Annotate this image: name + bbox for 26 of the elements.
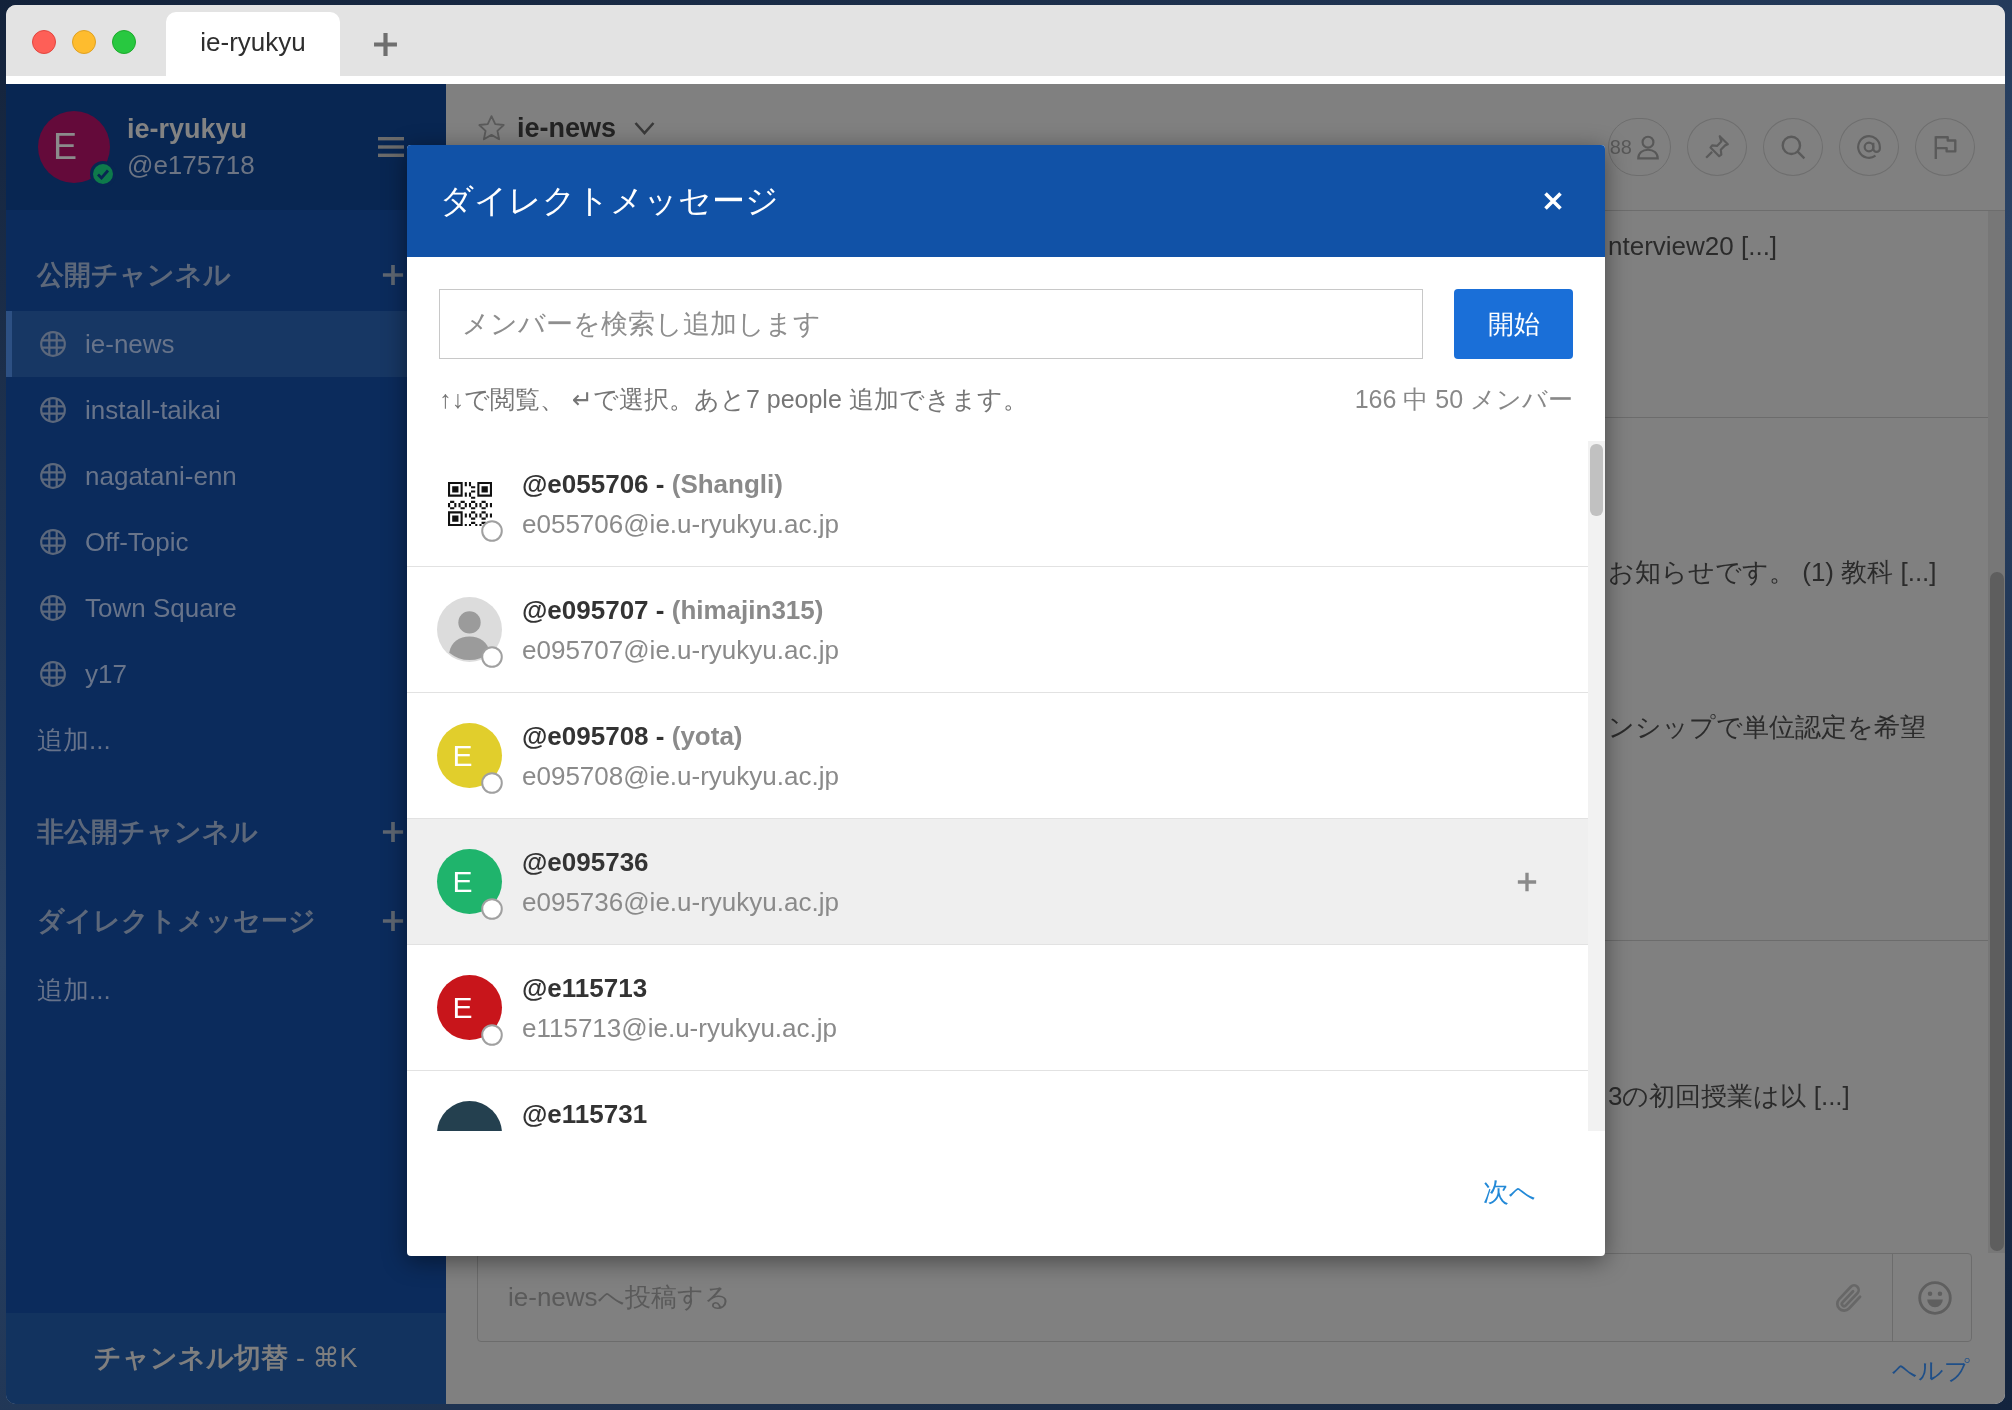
post-text: nterview20 [...] [1608,230,1778,262]
member-email: e055706@ie.u-ryukyu.ac.jp [522,507,839,541]
dialog-title: ダイレクトメッセージ [440,180,779,221]
member-name: @e115713 [522,971,649,1005]
member-email: e115713@ie.u-ryukyu.ac.jp [522,1011,837,1045]
hint-text: ↑↓で閲覧、 ↵で選択。あと7 people 追加できます。 [439,383,1028,415]
member-email: e095707@ie.u-ryukyu.ac.jp [522,633,839,667]
member-name: @e115731 [522,1097,648,1131]
member-email: e095708@ie.u-ryukyu.ac.jp [522,759,839,793]
user-handle: @e175718 [127,149,255,182]
section-title: ダイレクトメッセージ [37,905,316,938]
section-title: 非公開チャンネル [37,816,258,849]
team-name: ie-ryukyu [127,113,249,146]
user-avatar: E [437,975,502,1040]
user-avatar: E [437,723,502,788]
member-name: @e095708 - (yota) [522,719,744,753]
member-name: @e095736 [522,845,650,879]
section-title: 公開チャンネル [37,259,231,292]
post-text: 3の初回授業は以 [...] [1608,1079,1850,1113]
post-text: ンシップで単位認定を希望 [1608,710,1926,744]
member-email: e095736@ie.u-ryukyu.ac.jp [522,885,839,919]
member-name: @e095707 - (himajin315) [522,593,825,627]
post-text: お知らせです。 (1) 教科 [...] [1608,555,1937,589]
member-count: 166 中 50 メンバー [1354,383,1573,415]
member-name: @e055706 - (Shangli) [522,467,784,501]
user-avatar: E [437,849,502,914]
